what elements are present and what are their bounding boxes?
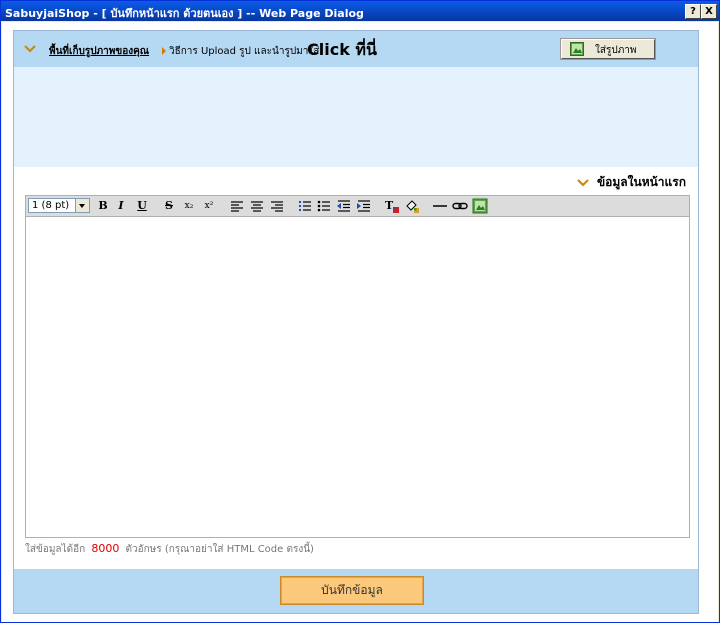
- svg-text:T: T: [385, 199, 394, 212]
- outdent-icon[interactable]: [336, 198, 352, 214]
- highlight-color-icon[interactable]: [404, 198, 420, 214]
- limit-suffix: ตัวอักษร (กรุณาอย่าใส่ HTML Code ตรงนี้): [125, 544, 314, 555]
- limit-prefix: ใส่ข้อมูลได้อีก: [25, 544, 86, 555]
- align-center-icon[interactable]: [249, 198, 265, 214]
- insert-image-button[interactable]: ใส่รูปภาพ: [561, 39, 655, 59]
- bullet-list-icon[interactable]: [316, 198, 332, 214]
- window-title: SabuyjaiShop - [ บันทึกหน้าแรก ด้วยตนเอง…: [5, 7, 364, 20]
- image-storage-link[interactable]: พื้นที่เก็บรูปภาพของคุณ: [49, 44, 149, 59]
- italic-button[interactable]: I: [113, 198, 129, 214]
- dialog-window: SabuyjaiShop - [ บันทึกหน้าแรก ด้วยตนเอง…: [0, 0, 720, 623]
- ordered-list-icon[interactable]: [297, 198, 313, 214]
- character-limit-note: ใส่ข้อมูลได้อีก 8000 ตัวอักษร (กรุณาอย่า…: [25, 542, 314, 557]
- image-toolbar: พื้นที่เก็บรูปภาพของคุณ วิธีการ Upload ร…: [14, 31, 698, 67]
- title-bar[interactable]: SabuyjaiShop - [ บันทึกหน้าแรก ด้วยตนเอง…: [1, 1, 719, 21]
- strikethrough-button[interactable]: S: [161, 198, 177, 214]
- font-size-value: 1 (8 pt): [32, 200, 70, 211]
- link-icon[interactable]: [452, 198, 468, 214]
- indent-icon[interactable]: [356, 198, 372, 214]
- front-page-info-heading: ข้อมูลในหน้าแรก: [576, 173, 686, 192]
- editor-toolbar: 1 (8 pt) B I U S x₂ x² T: [25, 195, 690, 217]
- align-left-icon[interactable]: [229, 198, 245, 214]
- chevron-down-icon[interactable]: [75, 199, 89, 212]
- click-here-link[interactable]: Click ที่นี่: [307, 38, 377, 63]
- image-icon: [570, 42, 584, 56]
- horizontal-rule-icon[interactable]: [432, 198, 448, 214]
- font-size-select[interactable]: 1 (8 pt): [28, 198, 90, 213]
- front-page-info-label: ข้อมูลในหน้าแรก: [596, 175, 686, 189]
- dialog-content: พื้นที่เก็บรูปภาพของคุณ วิธีการ Upload ร…: [2, 22, 718, 622]
- arrow-right-icon: [162, 47, 166, 55]
- chevron-down-icon: [576, 178, 589, 187]
- image-gallery-area[interactable]: [14, 67, 698, 167]
- subscript-button[interactable]: x₂: [181, 198, 197, 214]
- bold-button[interactable]: B: [95, 198, 111, 214]
- upload-howto-text: วิธีการ Upload รูป และนำรูปมาใส่: [169, 46, 320, 57]
- action-bar: บันทึกข้อมูล: [14, 569, 698, 613]
- help-button[interactable]: ?: [685, 4, 701, 19]
- underline-button[interactable]: U: [134, 198, 150, 214]
- content-frame: พื้นที่เก็บรูปภาพของคุณ วิธีการ Upload ร…: [13, 30, 699, 614]
- chevron-down-icon: [24, 45, 36, 53]
- insert-image-icon[interactable]: [472, 198, 488, 214]
- align-right-icon[interactable]: [269, 198, 285, 214]
- limit-count: 8000: [91, 542, 120, 555]
- insert-image-label: ใส่รูปภาพ: [595, 45, 637, 56]
- superscript-button[interactable]: x²: [201, 198, 217, 214]
- text-color-icon[interactable]: T: [384, 198, 400, 214]
- close-button[interactable]: X: [701, 4, 717, 19]
- save-button[interactable]: บันทึกข้อมูล: [280, 576, 424, 605]
- rich-text-editor[interactable]: [25, 217, 690, 538]
